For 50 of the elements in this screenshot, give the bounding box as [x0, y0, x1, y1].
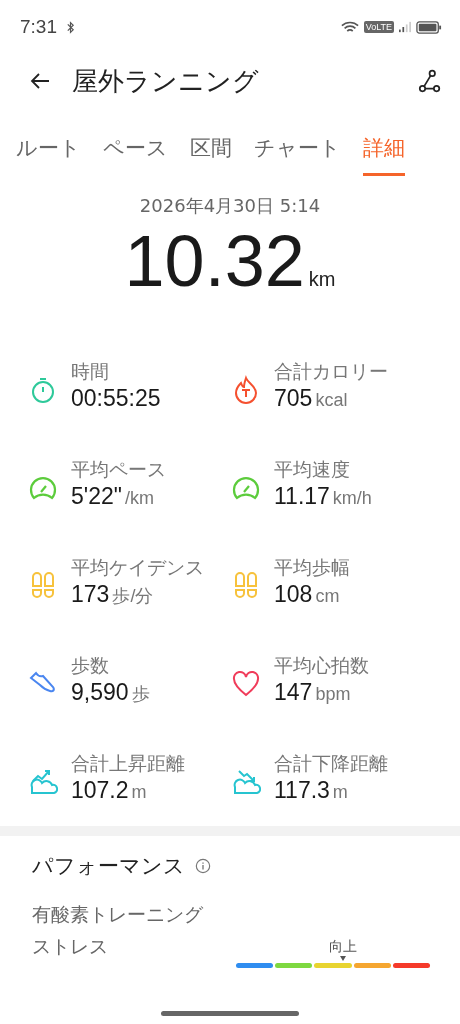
status-time: 7:31	[20, 16, 57, 38]
signal-icon	[399, 21, 411, 33]
metric-unit: bpm	[315, 683, 351, 705]
metric-label: 平均ケイデンス	[71, 554, 204, 580]
metric-unit: /km	[124, 487, 154, 509]
battery-icon	[416, 20, 442, 34]
page-title: 屋外ランニング	[72, 64, 259, 98]
metric-value: 108	[274, 580, 313, 608]
metric-value: 705	[274, 384, 313, 412]
metric-label: 平均ペース	[71, 456, 166, 482]
metric-value: 00:55:25	[71, 384, 161, 412]
pointer-icon	[339, 956, 346, 961]
network-badge: VoLTE	[363, 21, 394, 33]
metric-value: 147	[274, 678, 313, 706]
metric-label: 平均速度	[274, 456, 351, 482]
metric-label: 時間	[71, 358, 110, 384]
metric-value: 107.2	[71, 776, 129, 804]
metric-unit: km/h	[332, 487, 372, 509]
section-title: パフォーマンス	[32, 853, 185, 880]
metric-value: 5'22"	[71, 482, 122, 510]
tab[interactable]: ルート	[16, 132, 81, 176]
metric-unit: cm	[315, 585, 340, 607]
bluetooth-icon	[66, 20, 75, 34]
metric-value: 9,590	[71, 678, 129, 706]
metric-value: 11.17	[274, 482, 330, 510]
metric-value: 173	[71, 580, 110, 608]
metric-label: 合計カロリー	[274, 358, 388, 384]
metric-unit: 歩/分	[112, 584, 154, 608]
metric-unit: kcal	[315, 389, 348, 411]
metric-label: 平均心拍数	[274, 652, 369, 678]
tab[interactable]: 詳細	[363, 132, 405, 176]
scale-marker-label: 向上	[328, 938, 357, 956]
wifi-icon	[340, 20, 359, 34]
distance-value: 10.32	[124, 220, 305, 303]
distance-unit: km	[308, 268, 336, 291]
metric-value: 117.3	[274, 776, 330, 804]
info-icon[interactable]	[195, 858, 211, 874]
workout-date: 2026年4月30日 5:14	[138, 194, 322, 218]
tab[interactable]: チャート	[254, 132, 341, 176]
metric-label: 有酸素トレーニングストレス	[32, 902, 204, 959]
metric-label: 合計上昇距離	[71, 750, 185, 776]
metric-unit: m	[131, 781, 147, 803]
metric-unit: 歩	[131, 682, 150, 706]
metric-label: 合計下降距離	[274, 750, 388, 776]
tab[interactable]: ペース	[103, 132, 168, 176]
tab[interactable]: 区間	[190, 132, 232, 176]
metric-label: 平均歩幅	[274, 554, 350, 580]
route-button[interactable]	[416, 68, 442, 94]
metric-label: 歩数	[71, 652, 110, 678]
metric-unit: m	[332, 781, 348, 803]
